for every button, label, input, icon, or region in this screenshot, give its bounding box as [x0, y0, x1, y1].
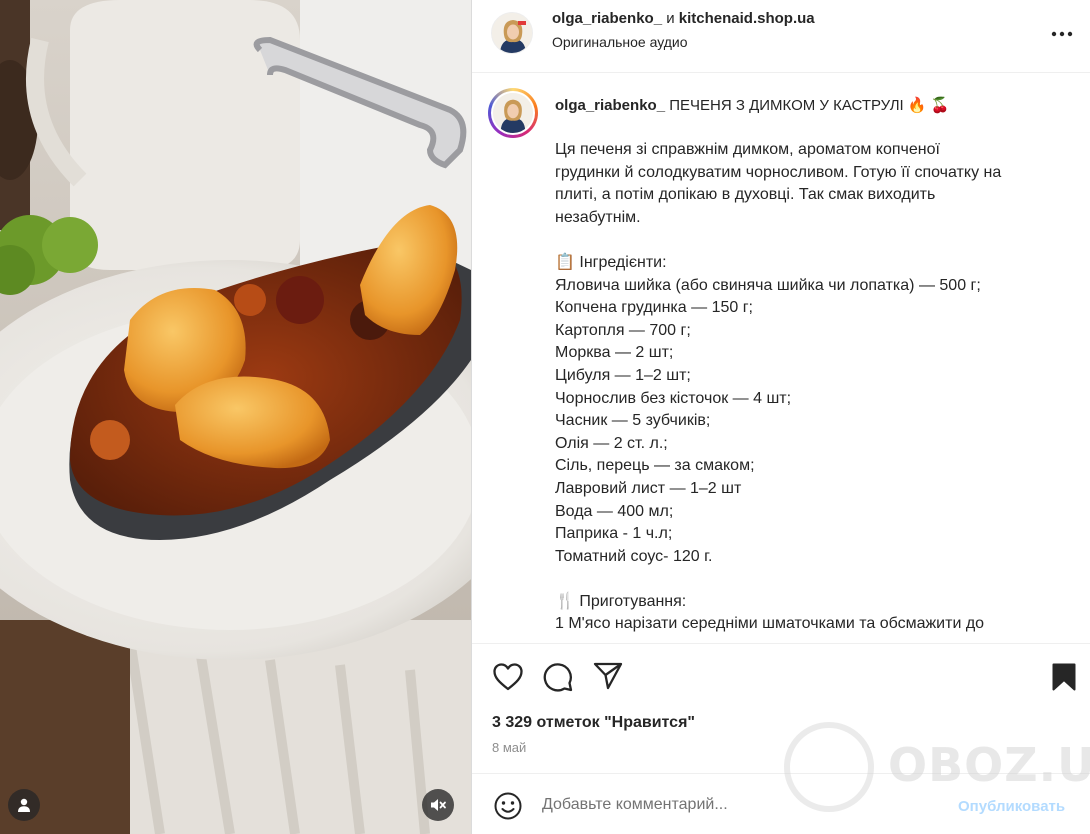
caption-line: 1 М'ясо нарізати середніми шматочками та… — [555, 615, 985, 633]
caption-line: Яловича шийка (або свиняча шийка чи лопа… — [555, 276, 981, 294]
heart-icon — [493, 663, 523, 691]
comment-input[interactable] — [542, 794, 922, 816]
smiley-icon — [494, 792, 522, 820]
caption-line: Копчена грудинка — 150 г; — [555, 299, 753, 317]
post-caption: olga_riabenko_ ПЕЧЕНЯ З ДИМКОМ У КАСТРУЛ… — [472, 73, 1090, 643]
muted-speaker-icon — [431, 799, 446, 811]
emoji-button[interactable] — [492, 790, 524, 822]
caption-line: Ця печеня зі справжнім димком, ароматом … — [555, 141, 940, 158]
caption-line: Часник — 5 зубчиків; — [555, 412, 711, 430]
comment-bubble-icon — [543, 663, 573, 692]
post-actions: 3 329 отметок "Нравится" 8 май — [472, 643, 1090, 773]
authors-connector: и — [662, 10, 679, 27]
more-horizontal-icon — [1051, 31, 1073, 37]
post-media[interactable] — [0, 0, 471, 834]
tagged-users-button[interactable] — [8, 789, 40, 821]
caption-line: Вода — 400 мл; — [555, 502, 674, 520]
caption-line: 📋 Інгредієнти: — [555, 253, 667, 271]
comment-button[interactable] — [542, 661, 574, 693]
likes-count[interactable]: 3 329 отметок "Нравится" — [492, 714, 695, 732]
author-avatar[interactable] — [491, 12, 533, 54]
bookmark-filled-icon — [1052, 663, 1076, 691]
caption-line: незабутнім. — [555, 208, 641, 226]
post-date[interactable]: 8 май — [492, 740, 526, 755]
publish-button[interactable]: Опубликовать — [958, 798, 1065, 815]
caption-line: Чорнослив без кісточок — 4 шт; — [555, 389, 792, 407]
post-header: olga_riabenko_ и kitchenaid.shop.ua Ориг… — [472, 0, 1090, 73]
caption-avatar[interactable] — [488, 88, 538, 138]
caption-username[interactable]: olga_riabenko_ — [555, 97, 665, 114]
caption-text: Ця печеня зі справжнім димком, ароматом … — [555, 139, 1055, 636]
post-panel: olga_riabenko_ и kitchenaid.shop.ua Ориг… — [471, 0, 1090, 834]
like-button[interactable] — [492, 661, 524, 693]
share-button[interactable] — [592, 660, 624, 692]
mute-button[interactable] — [422, 789, 454, 821]
caption-line: 🍴 Приготування: — [555, 592, 687, 610]
more-options-button[interactable] — [1050, 22, 1074, 46]
paper-plane-icon — [593, 662, 623, 690]
caption-line: грудинки й солодкуватим чорносливом. Гот… — [555, 163, 1002, 181]
post-authors: olga_riabenko_ и kitchenaid.shop.ua — [552, 10, 815, 27]
caption-line: плиті, а потім допікаю в духовці. Так см… — [555, 186, 936, 204]
caption-avatar-image — [493, 93, 533, 133]
author-username[interactable]: olga_riabenko_ — [552, 10, 662, 27]
caption-line: Лавровий лист — 1–2 шт — [555, 479, 742, 497]
caption-title: ПЕЧЕНЯ З ДИМКОМ У КАСТРУЛІ 🔥 🍒 — [669, 97, 950, 114]
collaborator-username[interactable]: kitchenaid.shop.ua — [679, 10, 815, 27]
caption-line: Олія — 2 ст. л.; — [555, 434, 668, 452]
author-avatar-image — [492, 13, 532, 53]
save-button[interactable] — [1048, 661, 1080, 693]
caption-line: Паприка - 1 ч.л; — [555, 525, 673, 543]
caption-line: Цибуля — 1–2 шт; — [555, 366, 691, 384]
caption-line: Морква — 2 шт; — [555, 344, 674, 362]
food-photo — [0, 0, 471, 834]
comment-box: Опубликовать — [472, 773, 1090, 834]
caption-line: Сіль, перець — за смаком; — [555, 457, 755, 475]
caption-line: Картопля — 700 г; — [555, 321, 691, 339]
caption-header: olga_riabenko_ ПЕЧЕНЯ З ДИМКОМ У КАСТРУЛ… — [555, 96, 949, 114]
audio-label[interactable]: Оригинальное аудио — [552, 34, 688, 50]
caption-line: Томатний соус- 120 г. — [555, 547, 713, 565]
user-icon — [18, 798, 30, 812]
